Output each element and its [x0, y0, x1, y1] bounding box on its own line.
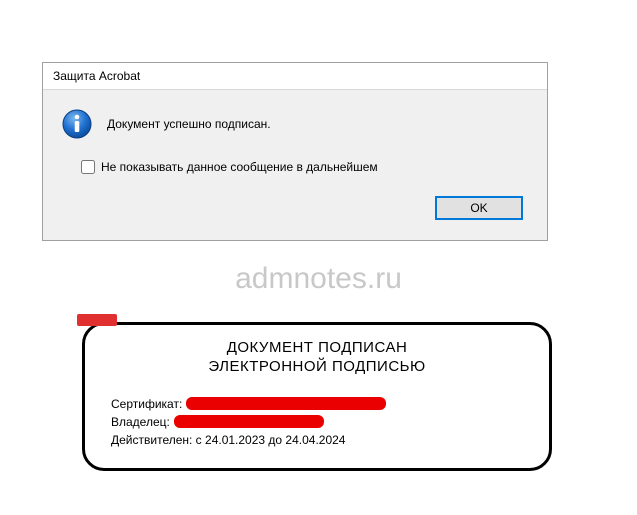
signature-heading: ДОКУМЕНТ ПОДПИСАН ЭЛЕКТРОННОЙ ПОДПИСЬЮ [111, 339, 523, 377]
signature-heading-line2: ЭЛЕКТРОННОЙ ПОДПИСЬЮ [208, 358, 425, 375]
dont-show-again-checkbox[interactable] [81, 160, 95, 174]
signature-panel: ДОКУМЕНТ ПОДПИСАН ЭЛЕКТРОННОЙ ПОДПИСЬЮ С… [82, 322, 552, 471]
signature-heading-line1: ДОКУМЕНТ ПОДПИСАН [227, 339, 408, 356]
owner-label: Владелец: [111, 413, 170, 431]
signature-info: Сертификат: Владелец: Действителен: с 24… [111, 395, 523, 449]
dialog-message: Документ успешно подписан. [107, 117, 271, 131]
acrobat-security-dialog: Защита Acrobat Документ успе [42, 62, 548, 241]
dialog-body: Документ успешно подписан. Не показывать… [43, 90, 547, 240]
watermark-text: admnotes.ru [235, 262, 402, 296]
ok-button[interactable]: OK [435, 196, 523, 220]
dialog-title: Защита Acrobat [43, 63, 547, 90]
dont-show-again-label[interactable]: Не показывать данное сообщение в дальней… [101, 160, 378, 174]
signature-tab-icon [77, 314, 117, 326]
message-row: Документ успешно подписан. [61, 108, 531, 140]
validity-text: Действителен: с 24.01.2023 до 24.04.2024 [111, 431, 523, 449]
certificate-row: Сертификат: [111, 395, 523, 413]
certificate-label: Сертификат: [111, 395, 182, 413]
certificate-redacted [186, 397, 386, 410]
dialog-button-row: OK [61, 192, 531, 230]
info-icon [61, 108, 93, 140]
dont-show-again-row: Не показывать данное сообщение в дальней… [81, 160, 531, 174]
owner-redacted [174, 415, 324, 428]
owner-row: Владелец: [111, 413, 523, 431]
